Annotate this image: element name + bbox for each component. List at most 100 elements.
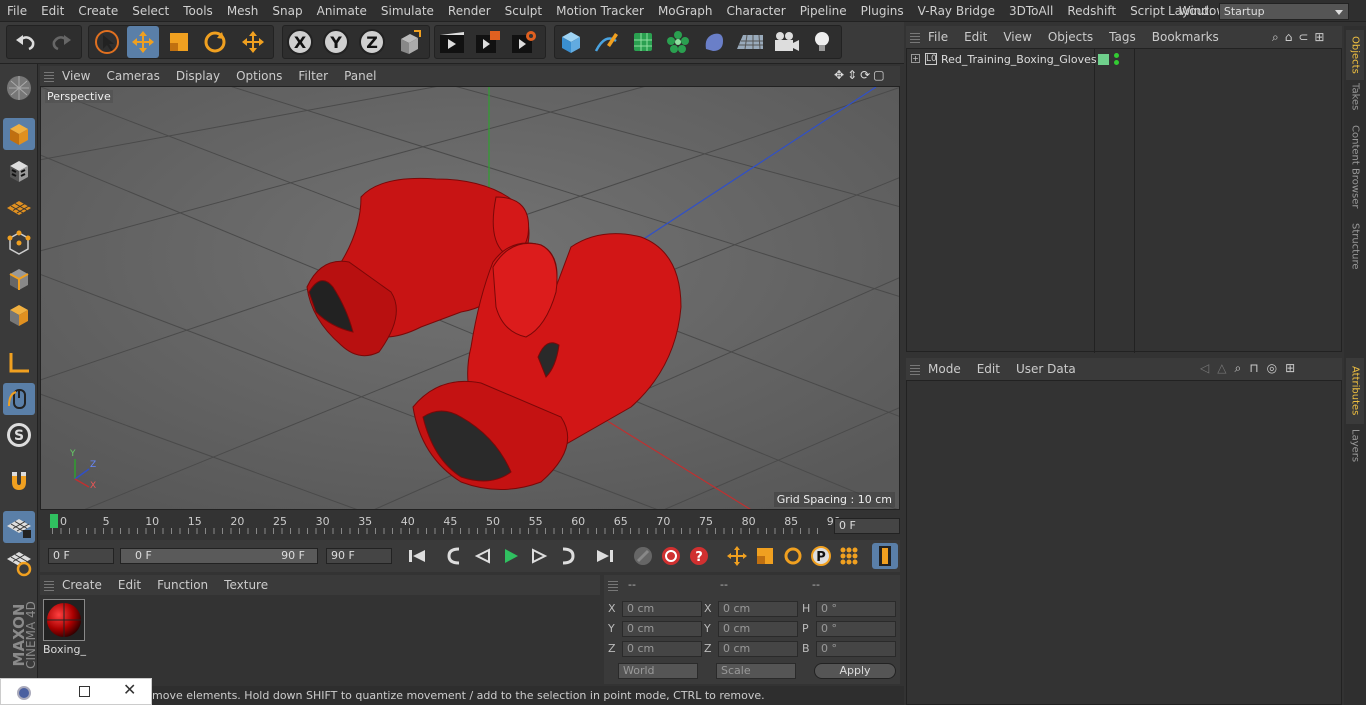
object-menu-tags[interactable]: Tags: [1101, 30, 1144, 44]
floor-icon[interactable]: [734, 26, 766, 58]
light-icon[interactable]: [806, 26, 838, 58]
go-to-end-icon[interactable]: [592, 543, 618, 569]
go-to-start-icon[interactable]: [404, 543, 430, 569]
object-menu-file[interactable]: File: [920, 30, 956, 44]
coord-value-field[interactable]: 0 °: [816, 621, 896, 637]
menu-create[interactable]: Create: [71, 0, 125, 22]
restore-icon[interactable]: [79, 686, 90, 697]
back-arrow-icon[interactable]: ◁: [1200, 361, 1209, 376]
deformer-icon[interactable]: [698, 26, 730, 58]
viewport-menu-filter[interactable]: Filter: [290, 69, 336, 83]
menu-mograph[interactable]: MoGraph: [651, 0, 720, 22]
cloner-icon[interactable]: [662, 26, 694, 58]
tab-attributes[interactable]: Attributes: [1346, 358, 1364, 424]
object-row[interactable]: + L0 Red_Training_Boxing_Gloves: [907, 52, 1343, 70]
viewport-menu-cameras[interactable]: Cameras: [98, 69, 167, 83]
menu-file[interactable]: File: [0, 0, 34, 22]
attribute-menu-mode[interactable]: Mode: [920, 362, 969, 376]
axis-mode-icon[interactable]: [3, 347, 35, 379]
tab-takes[interactable]: Takes: [1346, 82, 1364, 112]
previous-frame-icon[interactable]: [470, 543, 496, 569]
autokey-icon[interactable]: [658, 543, 684, 569]
layout-select[interactable]: Startup: [1218, 2, 1349, 20]
next-key-icon[interactable]: [554, 543, 580, 569]
redo-button[interactable]: [45, 26, 77, 58]
menu-simulate[interactable]: Simulate: [374, 0, 441, 22]
record-disabled-icon[interactable]: [630, 543, 656, 569]
pen-spline-icon[interactable]: [590, 26, 622, 58]
previous-key-icon[interactable]: [442, 543, 468, 569]
points-mode-icon[interactable]: [3, 227, 35, 259]
menu-v-ray-bridge[interactable]: V-Ray Bridge: [911, 0, 1002, 22]
record-scale-icon[interactable]: [752, 543, 778, 569]
coord-value-field[interactable]: 0 cm: [718, 601, 798, 617]
menu-motion-tracker[interactable]: Motion Tracker: [549, 0, 651, 22]
y-axis-lock-icon[interactable]: Y: [320, 26, 352, 58]
menu-edit[interactable]: Edit: [34, 0, 71, 22]
coordinate-type-select[interactable]: Scale: [716, 663, 796, 679]
attribute-menu-user-data[interactable]: User Data: [1008, 362, 1084, 376]
tab-objects[interactable]: Objects: [1346, 30, 1364, 80]
keyframe-selection-icon[interactable]: ?: [686, 543, 712, 569]
coord-value-field[interactable]: 0 cm: [622, 641, 702, 657]
material-menu-create[interactable]: Create: [54, 578, 110, 592]
menu-snap[interactable]: Snap: [265, 0, 309, 22]
viewport-menu-view[interactable]: View: [54, 69, 98, 83]
coord-value-field[interactable]: 0 °: [816, 641, 896, 657]
move-tool-icon[interactable]: [127, 26, 159, 58]
record-parameter-icon[interactable]: P: [808, 543, 834, 569]
visibility-tag-icon[interactable]: [1098, 54, 1109, 65]
model-mode-icon[interactable]: [3, 118, 35, 150]
record-rotation-icon[interactable]: [780, 543, 806, 569]
magnet-icon[interactable]: [3, 465, 35, 497]
texture-mode-icon[interactable]: [3, 155, 35, 187]
snap-icon[interactable]: S: [3, 419, 35, 451]
undo-button[interactable]: [10, 26, 42, 58]
menu-animate[interactable]: Animate: [310, 0, 374, 22]
timeline-window-icon[interactable]: [872, 543, 898, 569]
menu-select[interactable]: Select: [125, 0, 176, 22]
menu-sculpt[interactable]: Sculpt: [498, 0, 549, 22]
end-frame-field[interactable]: 90 F: [326, 548, 392, 564]
render-view-icon[interactable]: [436, 26, 468, 58]
render-dots-icon[interactable]: [1114, 53, 1119, 58]
target-icon[interactable]: ◎: [1267, 361, 1277, 376]
object-menu-objects[interactable]: Objects: [1040, 30, 1101, 44]
record-pla-icon[interactable]: [836, 543, 862, 569]
material-menu-edit[interactable]: Edit: [110, 578, 149, 592]
close-icon[interactable]: ✕: [123, 680, 136, 699]
menu-tools[interactable]: Tools: [176, 0, 220, 22]
coord-value-field[interactable]: 0 cm: [718, 641, 798, 657]
render-picture-viewer-icon[interactable]: [472, 26, 504, 58]
start-frame-field[interactable]: 0 F: [48, 548, 114, 564]
coordinate-system-icon[interactable]: [393, 26, 425, 58]
rotate-view-icon[interactable]: ⟳: [860, 68, 870, 82]
timeline-ruler[interactable]: 051015202530354045505560657075808590: [40, 512, 900, 534]
menu-3dtoall[interactable]: 3DToAll: [1002, 0, 1060, 22]
play-icon[interactable]: [498, 543, 524, 569]
object-menu-bookmarks[interactable]: Bookmarks: [1144, 30, 1227, 44]
workplane-mode-icon[interactable]: [3, 191, 35, 223]
coord-value-field[interactable]: 0 cm: [718, 621, 798, 637]
scale-tool-icon[interactable]: [163, 26, 195, 58]
menu-character[interactable]: Character: [719, 0, 792, 22]
frame-range-slider[interactable]: 0 F 90 F: [120, 548, 318, 564]
cinema4d-app-icon[interactable]: [17, 686, 31, 700]
viewport-menu-display[interactable]: Display: [168, 69, 228, 83]
maximize-view-icon[interactable]: ▢: [873, 68, 884, 82]
coord-value-field[interactable]: 0 °: [816, 601, 896, 617]
pan-view-icon[interactable]: ✥: [834, 68, 844, 82]
playhead[interactable]: [50, 514, 58, 528]
menu-redshift[interactable]: Redshift: [1060, 0, 1123, 22]
object-menu-view[interactable]: View: [995, 30, 1039, 44]
solo-mode-icon[interactable]: [3, 547, 35, 579]
next-frame-icon[interactable]: [526, 543, 552, 569]
up-arrow-icon[interactable]: △: [1217, 361, 1226, 376]
material-menu-texture[interactable]: Texture: [216, 578, 276, 592]
viewport-menu-panel[interactable]: Panel: [336, 69, 384, 83]
z-axis-lock-icon[interactable]: Z: [356, 26, 388, 58]
render-settings-icon[interactable]: [508, 26, 540, 58]
record-position-icon[interactable]: [724, 543, 750, 569]
search-icon[interactable]: ⌕: [1272, 30, 1279, 45]
attribute-menu-edit[interactable]: Edit: [969, 362, 1008, 376]
